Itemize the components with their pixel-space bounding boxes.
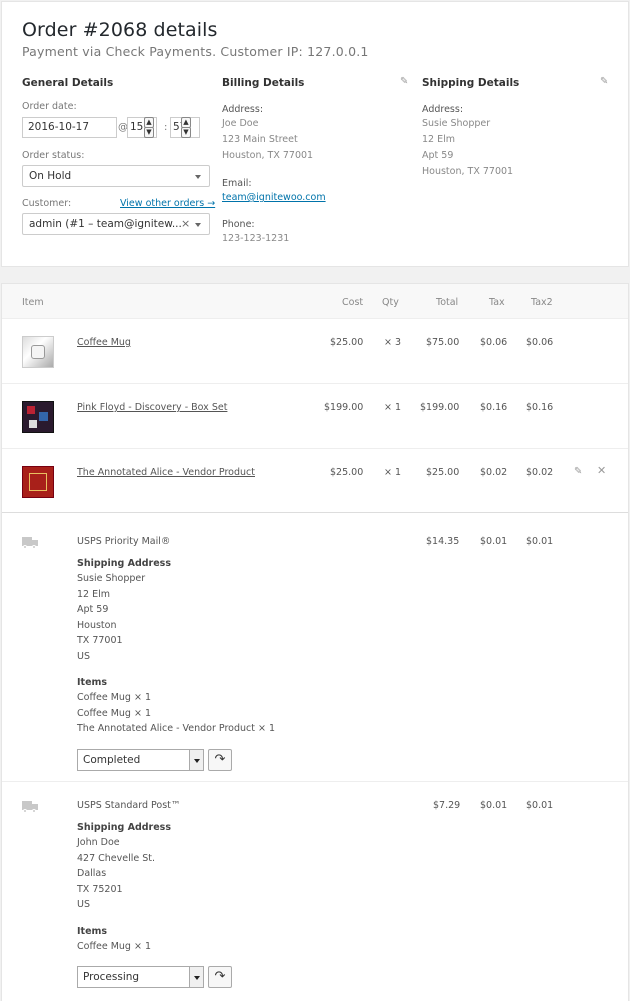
billing-address: Joe Doe 123 Main Street Houston, TX 7700… — [222, 118, 314, 161]
order-details-panel: Order #2068 details Payment via Check Pa… — [1, 1, 629, 267]
table-row: The Annotated Alice - Vendor Product $25… — [2, 449, 628, 513]
order-status-select[interactable]: On Hold — [22, 165, 210, 187]
item-qty: × 3 — [384, 337, 402, 348]
billing-details-heading: Billing Details — [222, 77, 305, 89]
item-total: $25.00 — [426, 467, 460, 478]
order-items-panel: Item Cost Qty Total Tax Tax2 Coffee Mug … — [1, 283, 629, 1001]
delete-item-icon[interactable]: ✕ — [597, 465, 607, 476]
items-table-header: Item Cost Qty Total Tax Tax2 — [2, 284, 628, 319]
edit-item-icon[interactable]: ✎ — [574, 467, 584, 477]
coffee-mug-thumbnail — [22, 336, 54, 368]
col-total: Total — [436, 297, 459, 308]
billing-email-label: Email: — [222, 178, 252, 189]
col-tax2: Tax2 — [531, 297, 553, 308]
item-qty: × 1 — [384, 467, 402, 478]
alice-book-thumbnail — [22, 466, 54, 498]
hour-down-icon[interactable]: ▼ — [144, 127, 154, 138]
box-set-thumbnail — [22, 401, 54, 433]
item-tax: $0.02 — [480, 467, 508, 478]
shipping-tax2: $0.01 — [526, 536, 554, 547]
shipping-total: $14.35 — [426, 536, 460, 547]
general-details-heading: General Details — [22, 77, 114, 89]
order-status-label: Order status: — [22, 150, 85, 161]
shipping-address-heading: Shipping Address — [77, 822, 171, 833]
shipment-items-heading: Items — [77, 677, 108, 688]
billing-phone-label: Phone: — [222, 219, 255, 230]
minute-down-icon[interactable]: ▼ — [181, 127, 191, 138]
chevron-down-icon — [195, 223, 201, 227]
shipping-details-heading: Shipping Details — [422, 77, 520, 89]
shipping-address-heading: Shipping Address — [77, 558, 171, 569]
view-other-orders-link[interactable]: View other orders → — [120, 198, 215, 209]
table-row: Coffee Mug $25.00 × 3 $75.00 $0.06 $0.06 — [2, 319, 628, 384]
shipping-total: $7.29 — [433, 800, 461, 811]
item-name-link[interactable]: The Annotated Alice - Vendor Product — [77, 467, 255, 478]
update-status-button[interactable]: ↷ — [208, 966, 232, 988]
item-tax2: $0.02 — [526, 467, 554, 478]
col-tax: Tax — [489, 297, 505, 308]
item-total: $75.00 — [426, 337, 460, 348]
shipping-line: USPS Standard Post™ $7.29 $0.01 $0.01 Sh… — [2, 782, 628, 1001]
item-qty: × 1 — [384, 402, 402, 413]
shipping-method: USPS Standard Post™ — [77, 800, 181, 811]
col-qty: Qty — [382, 297, 399, 308]
shipment-address: John Doe 427 Chevelle St. Dallas TX 7520… — [77, 837, 156, 911]
customer-select[interactable]: admin (#1 – team@ignitew... × — [22, 213, 210, 235]
shipping-address: Susie Shopper 12 Elm Apt 59 Houston, TX … — [422, 118, 514, 177]
edit-billing-icon[interactable]: ✎ — [400, 77, 410, 87]
item-tax2: $0.06 — [526, 337, 554, 348]
shipping-tax: $0.01 — [480, 800, 508, 811]
clear-icon[interactable]: × — [181, 217, 190, 230]
shipment-items: Coffee Mug × 1 Coffee Mug × 1 The Annota… — [77, 692, 276, 735]
shipping-tax2: $0.01 — [526, 800, 554, 811]
billing-phone: 123-123-1231 — [222, 233, 290, 244]
truck-icon — [22, 801, 38, 813]
item-cost: $25.00 — [330, 467, 364, 478]
page-title: Order #2068 details — [22, 19, 218, 41]
col-item: Item — [22, 297, 44, 308]
shipping-address-label: Address: — [422, 104, 464, 115]
shipment-items: Coffee Mug × 1 — [77, 941, 151, 952]
item-tax: $0.06 — [480, 337, 508, 348]
item-cost: $199.00 — [324, 402, 364, 413]
update-status-button[interactable]: ↷ — [208, 749, 232, 771]
customer-label: Customer: — [22, 198, 72, 209]
chevron-down-icon — [195, 175, 201, 179]
item-name-link[interactable]: Pink Floyd - Discovery - Box Set — [77, 402, 227, 413]
chevron-down-icon[interactable] — [189, 967, 203, 987]
shipping-tax: $0.01 — [480, 536, 508, 547]
item-tax: $0.16 — [480, 402, 508, 413]
time-colon: : — [164, 122, 168, 133]
shipping-line: USPS Priority Mail® $14.35 $0.01 $0.01 S… — [2, 513, 628, 782]
edit-shipping-icon[interactable]: ✎ — [600, 77, 610, 87]
item-cost: $25.00 — [330, 337, 364, 348]
shipment-status-select[interactable]: Completed — [77, 749, 204, 771]
shipping-method: USPS Priority Mail® — [77, 536, 171, 547]
billing-email-link[interactable]: team@ignitewoo.com — [222, 192, 326, 203]
shipment-status-select[interactable]: Processing — [77, 966, 204, 988]
order-date-label: Order date: — [22, 101, 77, 112]
shipment-items-heading: Items — [77, 926, 108, 937]
billing-address-label: Address: — [222, 104, 264, 115]
item-total: $199.00 — [420, 402, 460, 413]
order-date-input[interactable]: 2016-10-17 — [22, 117, 117, 138]
order-subtitle: Payment via Check Payments. Customer IP:… — [22, 44, 369, 59]
truck-icon — [22, 537, 38, 549]
item-tax2: $0.16 — [526, 402, 554, 413]
shipment-address: Susie Shopper 12 Elm Apt 59 Houston TX 7… — [77, 573, 146, 662]
item-name-link[interactable]: Coffee Mug — [77, 337, 131, 348]
col-cost: Cost — [342, 297, 364, 308]
chevron-down-icon[interactable] — [189, 750, 203, 770]
table-row: Pink Floyd - Discovery - Box Set $199.00… — [2, 384, 628, 449]
